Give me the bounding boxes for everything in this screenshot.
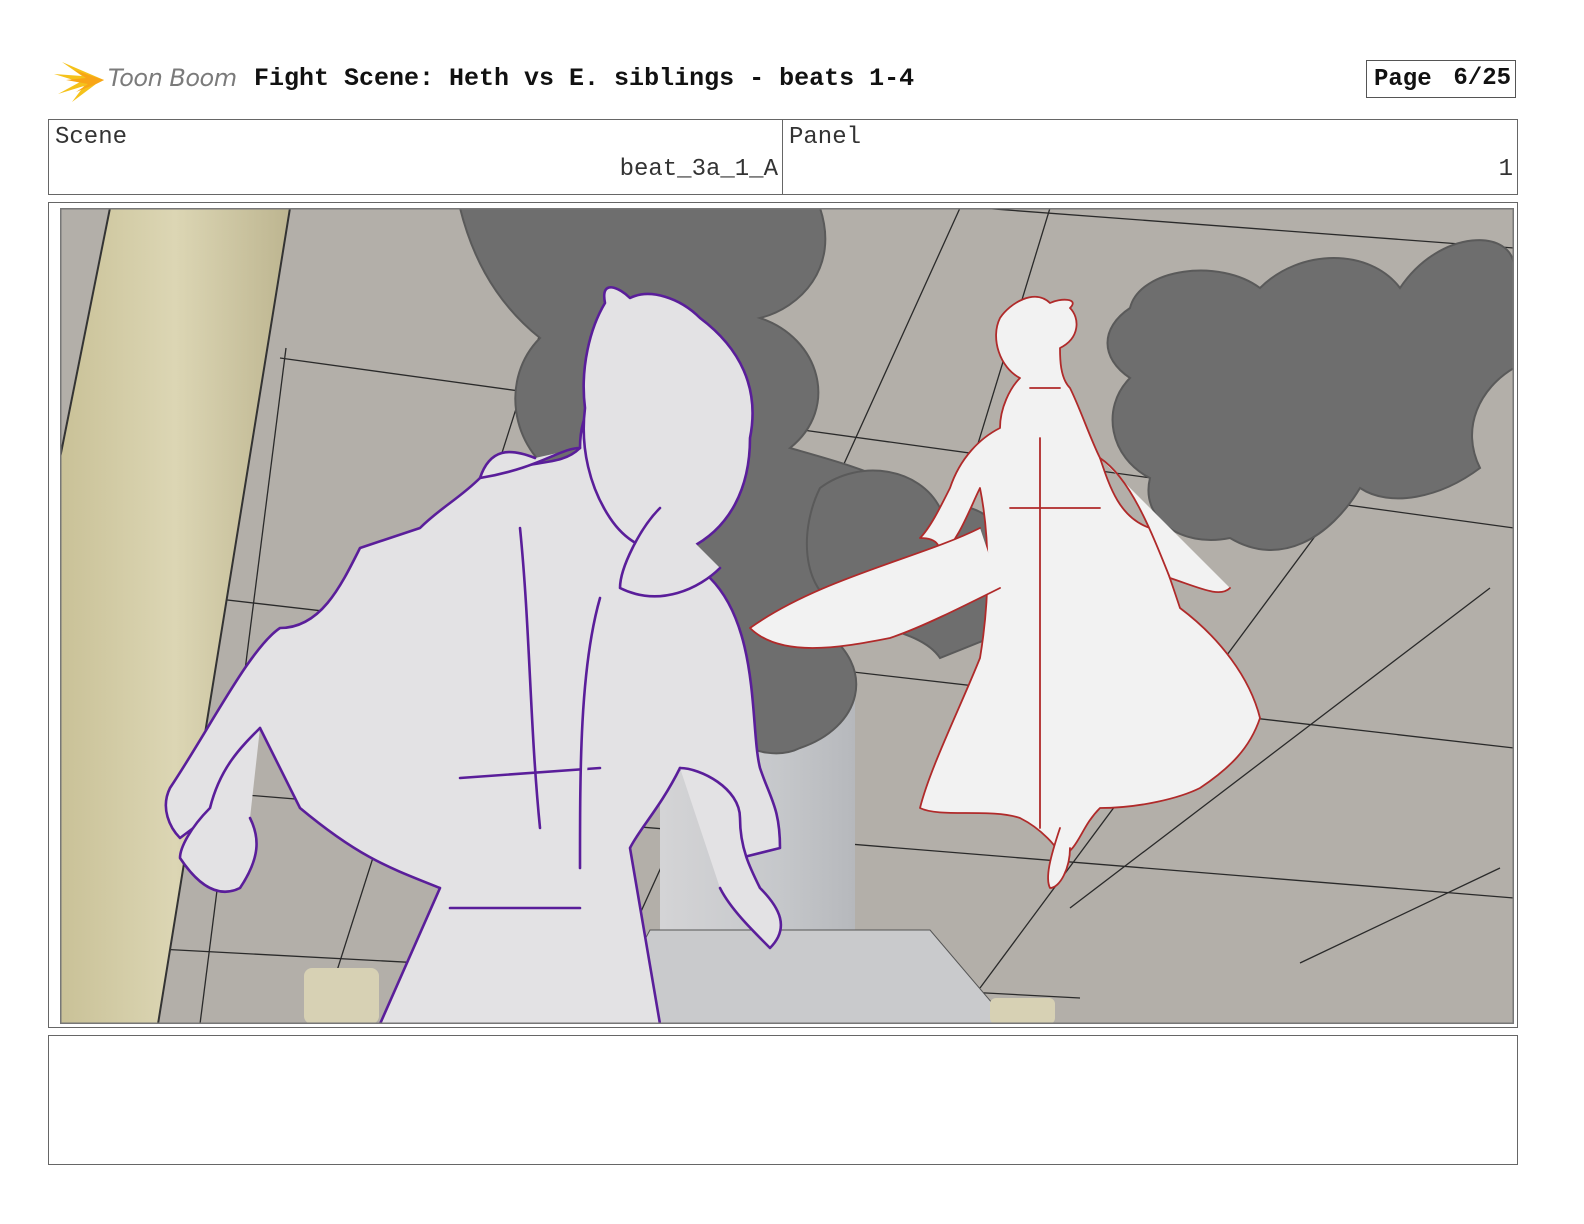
document-title: Fight Scene: Heth vs E. siblings - beats… (254, 64, 915, 93)
storyboard-header: Toon Boom Fight Scene: Heth vs E. siblin… (48, 54, 1538, 104)
panel-value: 1 (1498, 156, 1513, 183)
panel-artwork (60, 208, 1514, 1024)
light-fixture-right (990, 998, 1055, 1024)
scene-label: Scene (55, 124, 128, 151)
panel-label: Panel (789, 124, 862, 151)
page-label: Page (1374, 66, 1432, 93)
panel-cell: Panel 1 (783, 120, 1517, 194)
scene-panel-info: Scene beat_3a_1_A Panel 1 (48, 119, 1518, 195)
toon-boom-logo: Toon Boom (52, 54, 242, 104)
scene-cell: Scene beat_3a_1_A (49, 120, 783, 194)
storyboard-panel (48, 202, 1518, 1028)
page-number: 6/25 (1453, 65, 1511, 92)
page-indicator: Page 6/25 (1366, 60, 1516, 98)
panel-notes-box[interactable] (48, 1035, 1518, 1165)
starburst-icon (54, 62, 104, 102)
logo-text: Toon Boom (108, 64, 237, 92)
light-fixture-left (304, 968, 379, 1024)
scene-value: beat_3a_1_A (619, 156, 778, 183)
